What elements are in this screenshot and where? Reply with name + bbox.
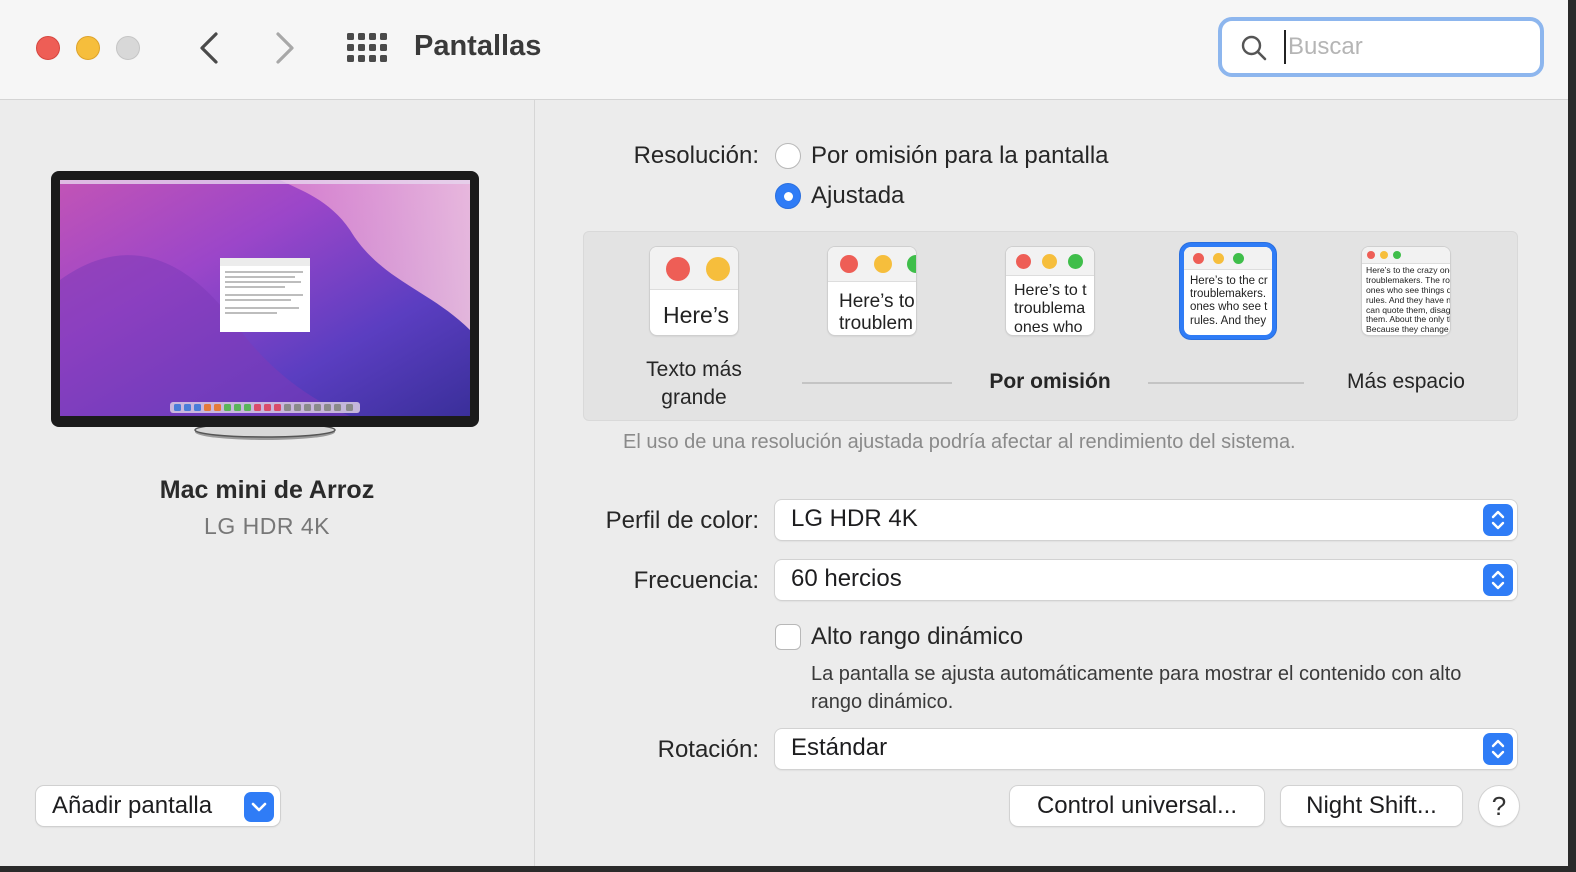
radio-scaled-resolution[interactable]: [775, 183, 801, 209]
add-display-popup[interactable]: Añadir pantalla: [36, 786, 280, 826]
scale-option-more-space[interactable]: Here’s to the crazy one troublemakers. T…: [1362, 247, 1450, 335]
show-all-grid-icon[interactable]: [344, 30, 388, 66]
device-name: Mac mini de Arroz: [159, 476, 375, 504]
minimize-button[interactable]: [76, 36, 100, 60]
scale-label-larger-text-line1: Texto más: [646, 358, 742, 381]
search-input[interactable]: [1284, 30, 1528, 64]
scale-label-larger-text: Texto más grande: [624, 356, 764, 412]
resolution-label: Resolución:: [633, 142, 759, 169]
scaled-resolution-picker: Here’s Here’s to troublem Here’s to t tr…: [583, 231, 1518, 421]
scale-track-left: [802, 382, 952, 384]
radio-default-resolution[interactable]: [775, 143, 801, 169]
color-profile-popup[interactable]: LG HDR 4K: [775, 500, 1517, 540]
hdr-description: La pantalla se ajusta automáticamente pa…: [811, 663, 1462, 713]
refresh-rate-label: Frecuencia:: [633, 567, 759, 594]
help-button[interactable]: ?: [1479, 786, 1519, 826]
rotation-popup[interactable]: Estándar: [775, 729, 1517, 769]
rotation-value: Estándar: [791, 734, 888, 761]
window-title: Pantallas: [414, 30, 542, 62]
back-chevron-icon[interactable]: [188, 26, 232, 70]
night-shift-button[interactable]: Night Shift...: [1281, 786, 1462, 826]
radio-default-resolution-label[interactable]: Por omisión para la pantalla: [811, 142, 1109, 170]
scale-preview-text: Here’s to t troublema ones who: [1014, 282, 1087, 335]
updown-chevron-icon: [1483, 504, 1513, 536]
scale-label-larger-text-line2: grande: [661, 386, 727, 409]
radio-scaled-resolution-label[interactable]: Ajustada: [811, 182, 904, 210]
refresh-rate-value: 60 hercios: [791, 565, 902, 592]
forward-chevron-icon[interactable]: [262, 26, 306, 70]
refresh-rate-popup[interactable]: 60 hercios: [775, 560, 1517, 600]
scale-option-default[interactable]: Here’s to t troublema ones who: [1006, 247, 1094, 335]
color-profile-label: Perfil de color:: [605, 507, 759, 534]
search-field[interactable]: [1218, 17, 1544, 77]
scale-preview-text: Here’s to the crazy one troublemakers. T…: [1366, 265, 1450, 335]
titlebar: Pantallas: [0, 0, 1568, 100]
zoom-button[interactable]: [116, 36, 140, 60]
color-profile-value: LG HDR 4K: [791, 505, 918, 532]
search-icon: [1241, 35, 1267, 61]
scale-preview-text: Here’s to the cr troublemakers. ones who…: [1190, 275, 1268, 327]
scale-option-2[interactable]: Here’s to troublem: [828, 247, 916, 335]
scale-track-right: [1148, 382, 1304, 384]
scale-preview-text: Here’s to troublem: [839, 291, 915, 334]
sidebar: Mac mini de Arroz LG HDR 4K Añadir panta…: [0, 100, 535, 866]
hdr-checkbox[interactable]: [775, 624, 801, 650]
scale-option-larger-text[interactable]: Here’s: [650, 247, 738, 335]
scale-label-default: Por omisión: [989, 370, 1111, 393]
resolution-note: El uso de una resolución ajustada podría…: [623, 431, 1296, 453]
rotation-label: Rotación:: [657, 736, 759, 763]
add-display-label: Añadir pantalla: [52, 792, 213, 819]
scale-option-4-selected[interactable]: Here’s to the cr troublemakers. ones who…: [1184, 247, 1272, 335]
display-preview-image[interactable]: [50, 170, 480, 442]
scale-label-more-space: Más espacio: [1347, 370, 1465, 393]
device-model: LG HDR 4K: [204, 513, 330, 539]
updown-chevron-icon: [1483, 564, 1513, 596]
display-settings-panel: Resolución: Por omisión para la pantalla…: [535, 100, 1568, 866]
scale-preview-text: Here’s: [663, 302, 730, 328]
universal-control-button[interactable]: Control universal...: [1010, 786, 1264, 826]
close-button[interactable]: [36, 36, 60, 60]
updown-chevron-icon: [1483, 733, 1513, 765]
hdr-label[interactable]: Alto rango dinámico: [811, 623, 1023, 651]
preferences-window: Pantallas Buscar Mac mini de Arroz LG HD…: [0, 0, 1568, 866]
chevron-down-icon: [244, 792, 274, 822]
